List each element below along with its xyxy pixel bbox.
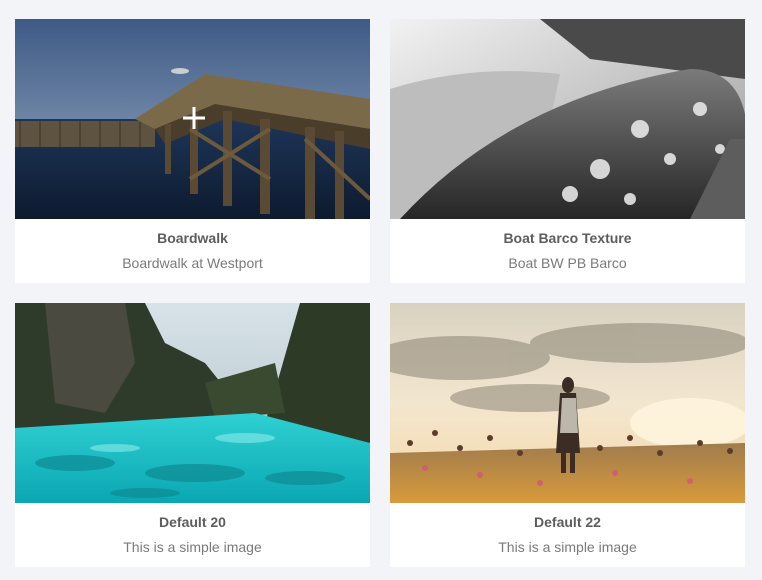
card-title: Boardwalk: [157, 230, 228, 246]
gallery-card-default-20[interactable]: Default 20 This is a simple image: [15, 303, 370, 567]
card-title: Default 22: [534, 514, 601, 530]
gallery-card-default-22[interactable]: Default 22 This is a simple image: [390, 303, 745, 567]
card-subtitle: Boardwalk at Westport: [122, 255, 263, 271]
card-subtitle: Boat BW PB Barco: [508, 255, 627, 271]
card-title: Default 20: [159, 514, 226, 530]
gallery-card-caption: Default 22 This is a simple image: [390, 503, 745, 555]
gallery-card-boardwalk[interactable]: Boardwalk Boardwalk at Westport: [15, 19, 370, 283]
boardwalk-image[interactable]: [15, 19, 370, 219]
gallery-card-boat-texture[interactable]: Boat Barco Texture Boat BW PB Barco: [390, 19, 745, 283]
gallery-card-caption: Boardwalk Boardwalk at Westport: [15, 219, 370, 271]
boat-texture-image[interactable]: [390, 19, 745, 219]
gallery-card-caption: Default 20 This is a simple image: [15, 503, 370, 555]
card-subtitle: This is a simple image: [123, 539, 262, 555]
lagoon-image[interactable]: [15, 303, 370, 503]
card-subtitle: This is a simple image: [498, 539, 637, 555]
card-title: Boat Barco Texture: [503, 230, 632, 246]
image-gallery: Boardwalk Boardwalk at Westport Boat Bar…: [15, 19, 745, 567]
gallery-card-caption: Boat Barco Texture Boat BW PB Barco: [390, 219, 745, 271]
meadow-sunset-image[interactable]: [390, 303, 745, 503]
